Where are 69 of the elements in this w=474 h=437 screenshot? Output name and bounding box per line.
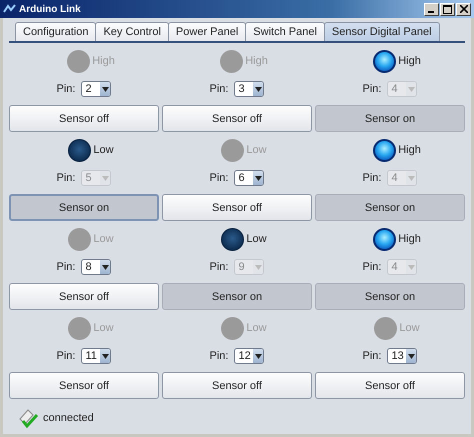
caret-icon — [102, 354, 109, 358]
close-button[interactable] — [456, 2, 471, 16]
pin-dropdown[interactable]: 3 — [234, 81, 264, 97]
sensor-toggle-button[interactable]: Sensor off — [9, 372, 159, 399]
pin-label: Pin: — [362, 172, 382, 184]
caret-icon — [102, 176, 109, 180]
tab[interactable]: Sensor Digital Panel — [324, 22, 440, 41]
caret-icon — [254, 354, 262, 358]
caret-icon — [102, 86, 109, 92]
sensor-toggle-button[interactable]: Sensor off — [9, 105, 159, 132]
pin-label: Pin: — [210, 350, 228, 362]
pin-dropdown[interactable]: 2 — [81, 81, 112, 97]
sensor-toggle-button[interactable]: Sensor off — [162, 194, 312, 221]
pin-label: Pin: — [210, 83, 228, 95]
sensor-toggle-button[interactable]: Sensor on — [9, 194, 159, 221]
pin-dropdown[interactable]: 12 — [234, 348, 264, 364]
tab[interactable]: Switch Panel — [245, 22, 325, 41]
pin-label: Pin: — [56, 350, 76, 362]
reading-label: Low — [246, 233, 267, 245]
pin-label: Pin: — [56, 83, 76, 95]
caret-icon — [408, 176, 415, 180]
reading-label: Low — [246, 144, 267, 156]
pin-dropdown[interactable]: 8 — [81, 259, 112, 275]
reading-label: Low — [93, 322, 114, 334]
minimize-button[interactable] — [424, 2, 439, 16]
app-icon — [3, 4, 17, 14]
pin-label: Pin: — [56, 172, 76, 184]
connected-icon — [17, 407, 41, 429]
pin-label: Pin: — [210, 261, 228, 273]
maximize-button[interactable] — [440, 2, 455, 16]
reading-label: Low — [246, 322, 267, 334]
pin-dropdown[interactable]: 13 — [387, 348, 418, 364]
caret-icon — [408, 354, 415, 358]
pin-dropdown[interactable]: 11 — [81, 348, 112, 364]
maximize-icon — [443, 4, 452, 14]
caret-icon — [408, 264, 415, 270]
reading-label: Low — [399, 322, 420, 334]
caret-icon — [408, 86, 415, 92]
pin-label: Pin: — [362, 261, 382, 273]
reading-label: High — [245, 55, 268, 67]
close-icon — [460, 5, 468, 13]
reading-label: High — [398, 55, 421, 67]
tab[interactable]: Power Panel — [168, 22, 246, 41]
sensor-toggle-button[interactable]: Sensor off — [162, 105, 312, 132]
status-text: connected — [43, 412, 94, 424]
pin-dropdown[interactable]: 6 — [234, 170, 264, 186]
pin-label: Pin: — [56, 261, 76, 273]
sensor-toggle-button[interactable]: Sensor off — [162, 372, 312, 399]
reading-label: Low — [93, 233, 114, 245]
reading-label: Low — [93, 144, 114, 156]
caret-icon — [254, 86, 262, 92]
reading-label: High — [398, 233, 421, 245]
sensor-toggle-button[interactable]: Sensor off — [9, 283, 159, 310]
tab[interactable]: Key Control — [95, 22, 169, 41]
caret-icon — [254, 176, 262, 180]
sensor-toggle-button[interactable]: Sensor on — [162, 283, 312, 310]
pin-label: Pin: — [362, 83, 382, 95]
sensor-toggle-button[interactable]: Sensor on — [315, 283, 465, 310]
reading-label: High — [398, 144, 421, 156]
sensor-toggle-button[interactable]: Sensor on — [315, 194, 465, 221]
pin-label: Pin: — [362, 350, 382, 362]
sensor-toggle-button[interactable]: Sensor on — [315, 105, 465, 132]
reading-label: High — [92, 55, 115, 67]
tab[interactable]: Configuration — [15, 22, 96, 41]
sensor-toggle-button[interactable]: Sensor off — [315, 372, 465, 399]
caret-icon — [254, 264, 262, 270]
window-title: Arduino Link — [19, 4, 82, 14]
caret-icon — [102, 264, 109, 270]
pin-label: Pin: — [210, 172, 228, 184]
